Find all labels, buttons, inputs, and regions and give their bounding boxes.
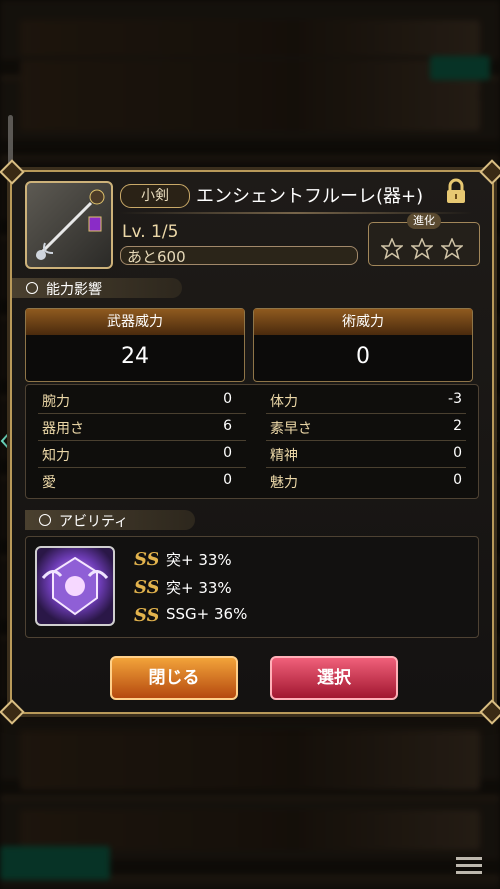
exp-progress-bar: あと600	[120, 246, 358, 266]
weapon-power-label: 武器威力	[26, 309, 244, 335]
stat-row: 知力 0	[26, 441, 246, 468]
target-icon	[39, 514, 51, 526]
evolution-label: 進化	[407, 213, 441, 229]
stat-row: 魅力 0	[254, 468, 476, 495]
stat-value: 0	[223, 391, 232, 407]
weapon-type-badge: 小剣	[120, 184, 190, 208]
star-empty-icon	[441, 238, 463, 260]
stat-label: 精神	[270, 448, 298, 464]
magic-power-label: 術威力	[254, 309, 472, 335]
stat-label: 体力	[270, 394, 298, 410]
stats-section-title: 能力影響	[46, 282, 102, 298]
stat-row: 精神 0	[254, 441, 476, 468]
exp-remaining: あと600	[127, 248, 186, 266]
divider	[38, 413, 246, 414]
weapon-name: エンシェントフルーレ(器+)	[196, 186, 424, 207]
stat-row: 素早さ 2	[254, 414, 476, 441]
magic-power-box: 術威力 0	[253, 308, 473, 382]
ss-ability-icon: SS	[134, 549, 158, 569]
stat-row: 体力 -3	[254, 387, 476, 414]
stat-label: 愛	[42, 475, 56, 491]
stats-section-header: 能力影響	[12, 278, 182, 298]
ability-section-title: アビリティ	[59, 514, 129, 530]
stat-value: 0	[223, 445, 232, 461]
divider	[38, 440, 246, 441]
weapon-detail-modal: 小剣 エンシェントフルーレ(器+) Lv. 1/5 あと600 進化 能力影響 …	[0, 159, 500, 725]
svg-text:SS: SS	[134, 605, 158, 625]
stat-value: -3	[448, 391, 462, 407]
close-button[interactable]: 閉じる	[110, 656, 238, 700]
stat-value: 6	[223, 418, 232, 434]
magic-power-value: 0	[356, 344, 370, 369]
stat-value: 2	[453, 418, 462, 434]
star-empty-icon	[411, 238, 433, 260]
svg-text:SS: SS	[134, 577, 158, 597]
divider	[266, 413, 466, 414]
ability-text: SSG+ 36%	[166, 605, 248, 623]
weapon-power-value: 24	[121, 344, 149, 369]
stat-row: 愛 0	[26, 468, 246, 495]
stat-label: 腕力	[42, 394, 70, 410]
lock-icon[interactable]	[444, 178, 468, 204]
ability-crest-icon[interactable]	[35, 546, 115, 626]
divider	[266, 440, 466, 441]
select-button[interactable]: 選択	[270, 656, 398, 700]
stat-row: 器用さ 6	[26, 414, 246, 441]
ability-panel: SS 突+ 33% SS 突+ 33% SS SSG+ 36%	[25, 536, 479, 638]
star-empty-icon	[381, 238, 403, 260]
stat-value: 0	[453, 445, 462, 461]
divider	[38, 467, 246, 468]
stat-label: 魅力	[270, 475, 298, 491]
stat-label: 器用さ	[42, 421, 84, 437]
menu-icon[interactable]	[454, 854, 484, 878]
ability-text: 突+ 33%	[166, 551, 232, 569]
stat-value: 0	[223, 472, 232, 488]
ss-ability-icon: SS	[134, 605, 158, 625]
stat-value: 0	[453, 472, 462, 488]
stat-label: 素早さ	[270, 421, 312, 437]
weapon-level: Lv. 1/5	[122, 222, 179, 242]
ability-section-header: アビリティ	[25, 510, 195, 530]
stats-table: 腕力 0 器用さ 6 知力 0 愛 0 体力 -3 素早さ 2 精神 0 魅力	[25, 384, 479, 499]
ss-ability-icon: SS	[134, 577, 158, 597]
stat-row: 腕力 0	[26, 387, 246, 414]
stat-label: 知力	[42, 448, 70, 464]
divider	[266, 467, 466, 468]
weapon-power-box: 武器威力 24	[25, 308, 245, 382]
target-icon	[26, 282, 38, 294]
svg-text:SS: SS	[134, 549, 158, 569]
ability-text: 突+ 33%	[166, 579, 232, 597]
evolution-panel: 進化	[368, 213, 480, 266]
weapon-rapier-icon	[25, 181, 113, 269]
